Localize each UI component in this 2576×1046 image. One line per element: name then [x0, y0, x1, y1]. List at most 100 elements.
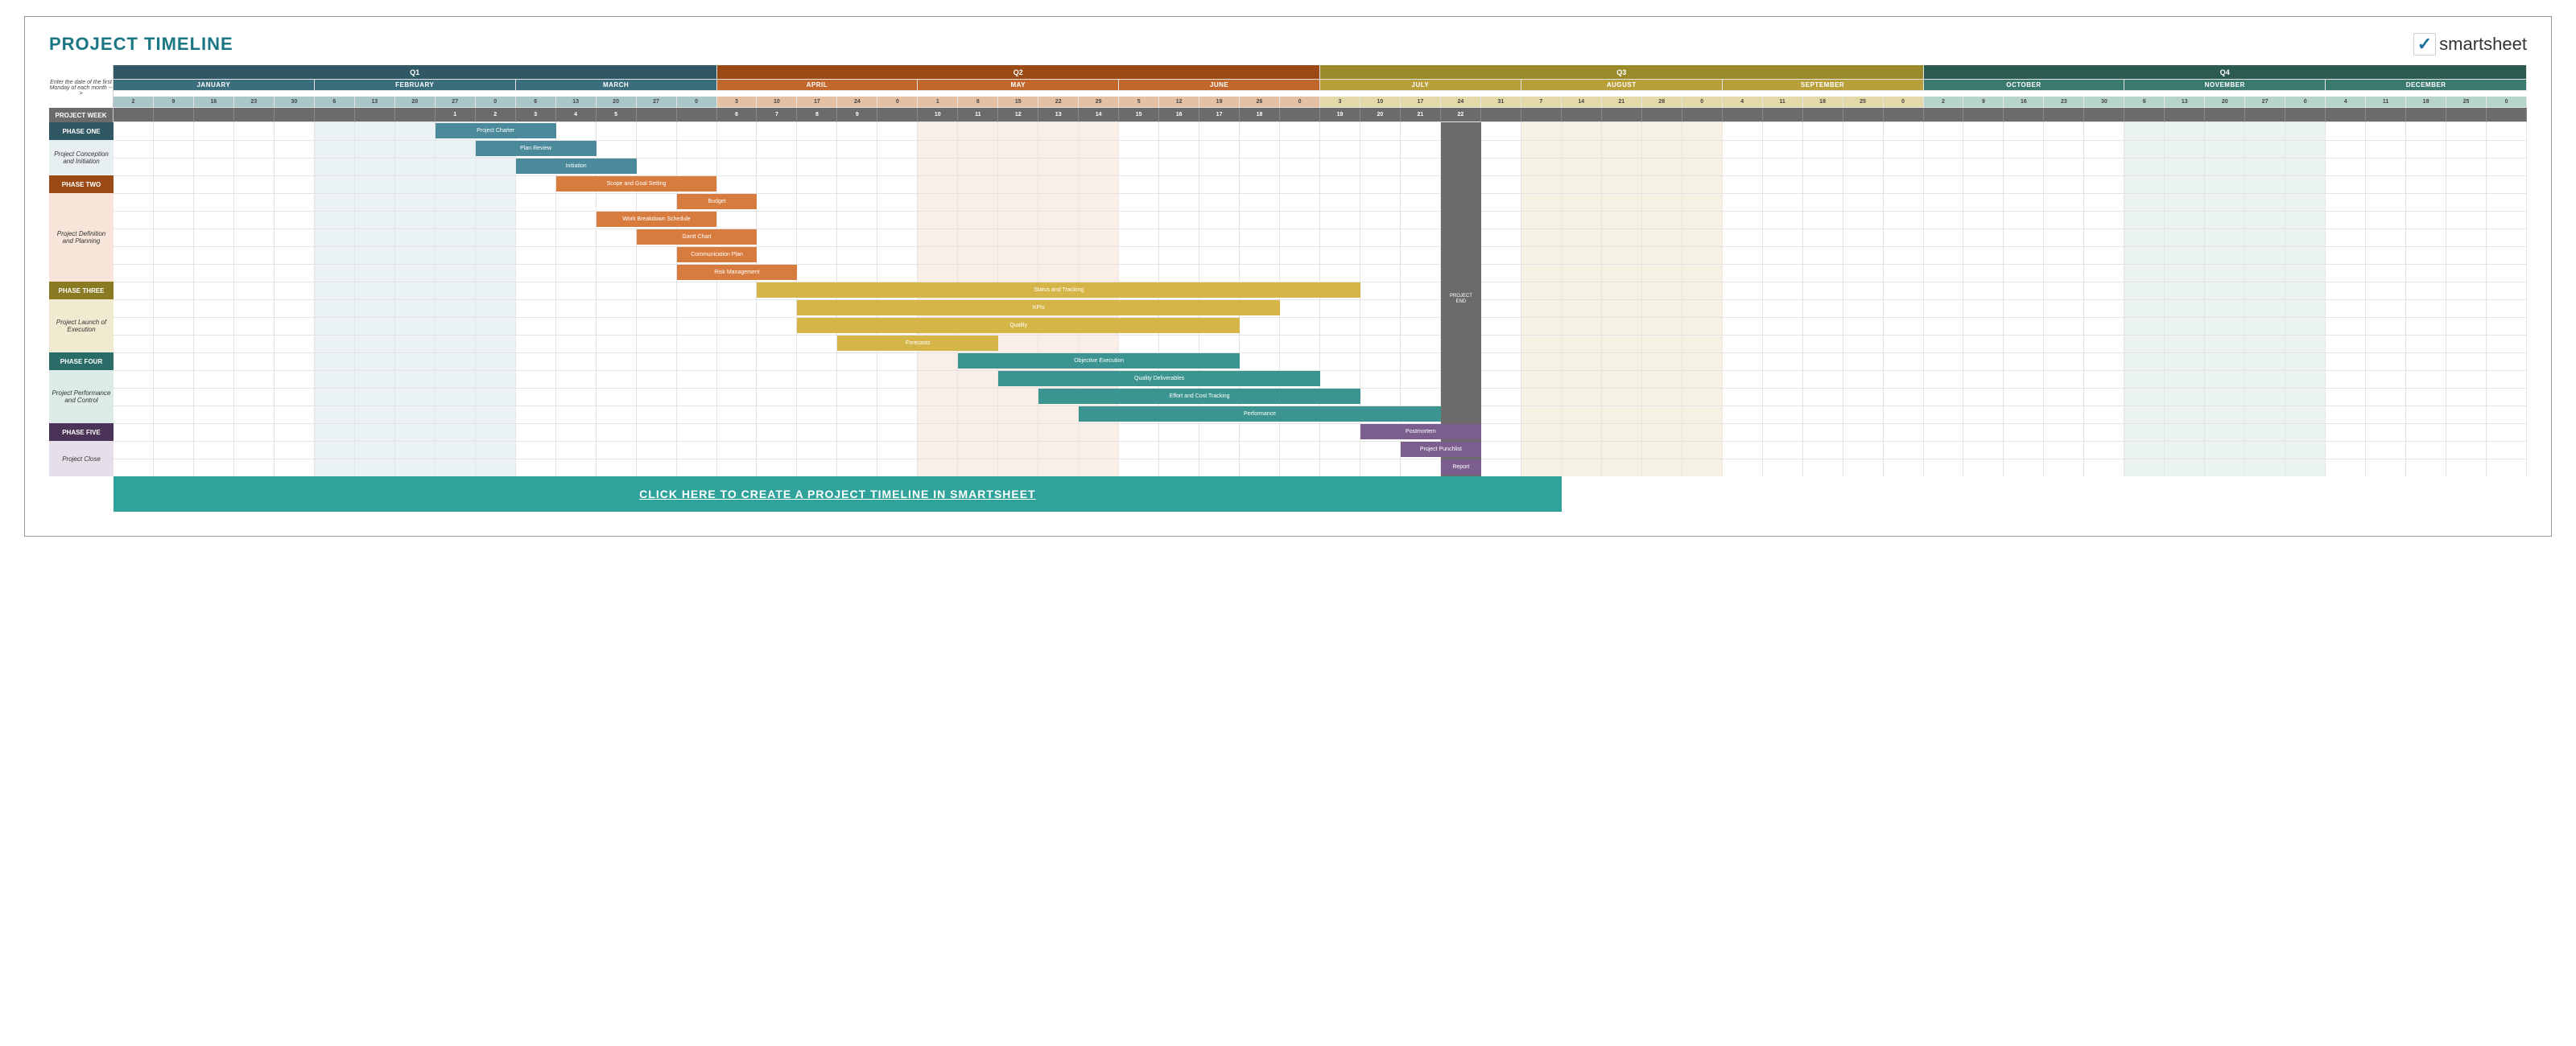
task-bar[interactable]: Gantt Chart [637, 229, 758, 245]
task-bar[interactable]: Objective Execution [958, 353, 1240, 369]
task-bar[interactable]: Postmortem [1360, 424, 1481, 439]
week-cell: 2 [476, 108, 516, 122]
day-cell: 4 [1723, 97, 1763, 108]
cta-spacer [49, 476, 114, 512]
task-bar[interactable]: Plan Review [476, 141, 597, 156]
day-cell: 0 [2487, 97, 2527, 108]
day-cell: 11 [2366, 97, 2406, 108]
task-bar[interactable]: Work Breakdown Schedule [597, 212, 717, 227]
week-cell [1884, 108, 1924, 122]
task-bar[interactable]: KPIs [797, 300, 1280, 315]
day-cell: 0 [1884, 97, 1924, 108]
day-cell: 3 [1320, 97, 1360, 108]
day-cell: 2 [1924, 97, 1964, 108]
phase-sublabel-phase5: Project Close [49, 441, 114, 476]
day-cell: 25 [2446, 97, 2487, 108]
day-cell: 9 [154, 97, 194, 108]
week-cell: 13 [1038, 108, 1079, 122]
week-cell [1763, 108, 1803, 122]
task-bar[interactable]: Performance [1079, 406, 1441, 422]
task-bar[interactable]: Status and Tracking [757, 282, 1360, 298]
day-cell: 30 [2084, 97, 2124, 108]
phase-header-phase2: PHASE TWO [49, 175, 114, 193]
day-cell: 0 [677, 97, 717, 108]
week-cell [1642, 108, 1682, 122]
smartsheet-logo: ✓ smartsheet [2413, 33, 2527, 56]
task-bar[interactable]: Effort and Cost Tracking [1038, 389, 1360, 404]
month-december: DECEMBER [2326, 80, 2527, 91]
day-cell: 31 [1481, 97, 1521, 108]
task-bar[interactable]: Project Punchlist [1401, 442, 1481, 457]
phase-header-phase1: PHASE ONE [49, 122, 114, 140]
task-bar[interactable]: Initiation [516, 159, 637, 174]
week-cell [1843, 108, 1884, 122]
day-cell: 0 [877, 97, 918, 108]
month-june: JUNE [1119, 80, 1320, 91]
task-bar[interactable]: Communication Plan [677, 247, 758, 262]
create-timeline-cta[interactable]: CLICK HERE TO CREATE A PROJECT TIMELINE … [114, 476, 1562, 512]
day-cell: 5 [1119, 97, 1159, 108]
week-cell: 5 [597, 108, 637, 122]
day-cell: 6 [2124, 97, 2165, 108]
week-cell [1963, 108, 2004, 122]
week-cell [877, 108, 918, 122]
check-icon: ✓ [2413, 33, 2436, 56]
cta-row: CLICK HERE TO CREATE A PROJECT TIMELINE … [49, 476, 2527, 512]
task-bar[interactable]: Risk Management [677, 265, 798, 280]
day-cell: 15 [998, 97, 1038, 108]
phase-sublabel-phase3: Project Launch of Execution [49, 299, 114, 352]
quarter-q2: Q2 [717, 65, 1321, 80]
phase-header-phase5: PHASE FIVE [49, 423, 114, 441]
day-cell: 13 [556, 97, 597, 108]
month-february: FEBRUARY [315, 80, 516, 91]
week-cell: 19 [1320, 108, 1360, 122]
week-cell: 8 [797, 108, 837, 122]
week-cell [2245, 108, 2285, 122]
task-bars: Project Charter Plan Review Initiation Scop… [114, 122, 2527, 476]
quarter-label-spacer [49, 65, 114, 80]
day-cell: 6 [516, 97, 556, 108]
week-cell [2366, 108, 2406, 122]
phase-sublabel-phase2: Project Definition and Planning [49, 193, 114, 282]
day-cell: 0 [1682, 97, 1723, 108]
day-cell: 12 [1159, 97, 1199, 108]
week-cell [395, 108, 436, 122]
week-cell: 14 [1079, 108, 1119, 122]
task-bar[interactable]: Project Charter [436, 123, 556, 138]
week-cell [275, 108, 315, 122]
task-bar[interactable]: Quality Deliverables [998, 371, 1320, 386]
task-bar[interactable]: Quality [797, 318, 1240, 333]
week-cell [355, 108, 395, 122]
week-cell [2124, 108, 2165, 122]
day-cell: 22 [1038, 97, 1079, 108]
week-cell [194, 108, 234, 122]
week-cell [315, 108, 355, 122]
day-cell: 13 [2165, 97, 2205, 108]
date-entry-note: Enter the date of the first Monday of ea… [49, 80, 114, 97]
week-cell [1723, 108, 1763, 122]
day-cell: 19 [1199, 97, 1240, 108]
task-bar[interactable]: Forecasts [837, 336, 998, 351]
task-bar[interactable]: Budget [677, 194, 758, 209]
week-cell [234, 108, 275, 122]
week-cell: 16 [1159, 108, 1199, 122]
page-title: PROJECT TIMELINE [49, 34, 233, 55]
day-cell: 4 [2326, 97, 2366, 108]
month-march: MARCH [516, 80, 717, 91]
project-week-row: PROJECT WEEK 123456789101112131415161718… [49, 108, 2527, 122]
week-cell [154, 108, 194, 122]
day-cell: 7 [1521, 97, 1562, 108]
day-cell: 18 [2406, 97, 2446, 108]
week-cell: 1 [436, 108, 476, 122]
phase-sublabel-phase4: Project Performance and Control [49, 370, 114, 423]
day-cell: 17 [797, 97, 837, 108]
task-bar[interactable]: Report [1441, 459, 1481, 475]
quarter-q3: Q3 [1320, 65, 1924, 80]
week-cell [2205, 108, 2245, 122]
month-july: JULY [1320, 80, 1521, 91]
week-cell [2487, 108, 2527, 122]
task-bar[interactable]: Scope and Goal Setting [556, 176, 717, 191]
header: PROJECT TIMELINE ✓ smartsheet [49, 33, 2527, 56]
week-cell: 22 [1441, 108, 1481, 122]
day-cell: 0 [1280, 97, 1320, 108]
